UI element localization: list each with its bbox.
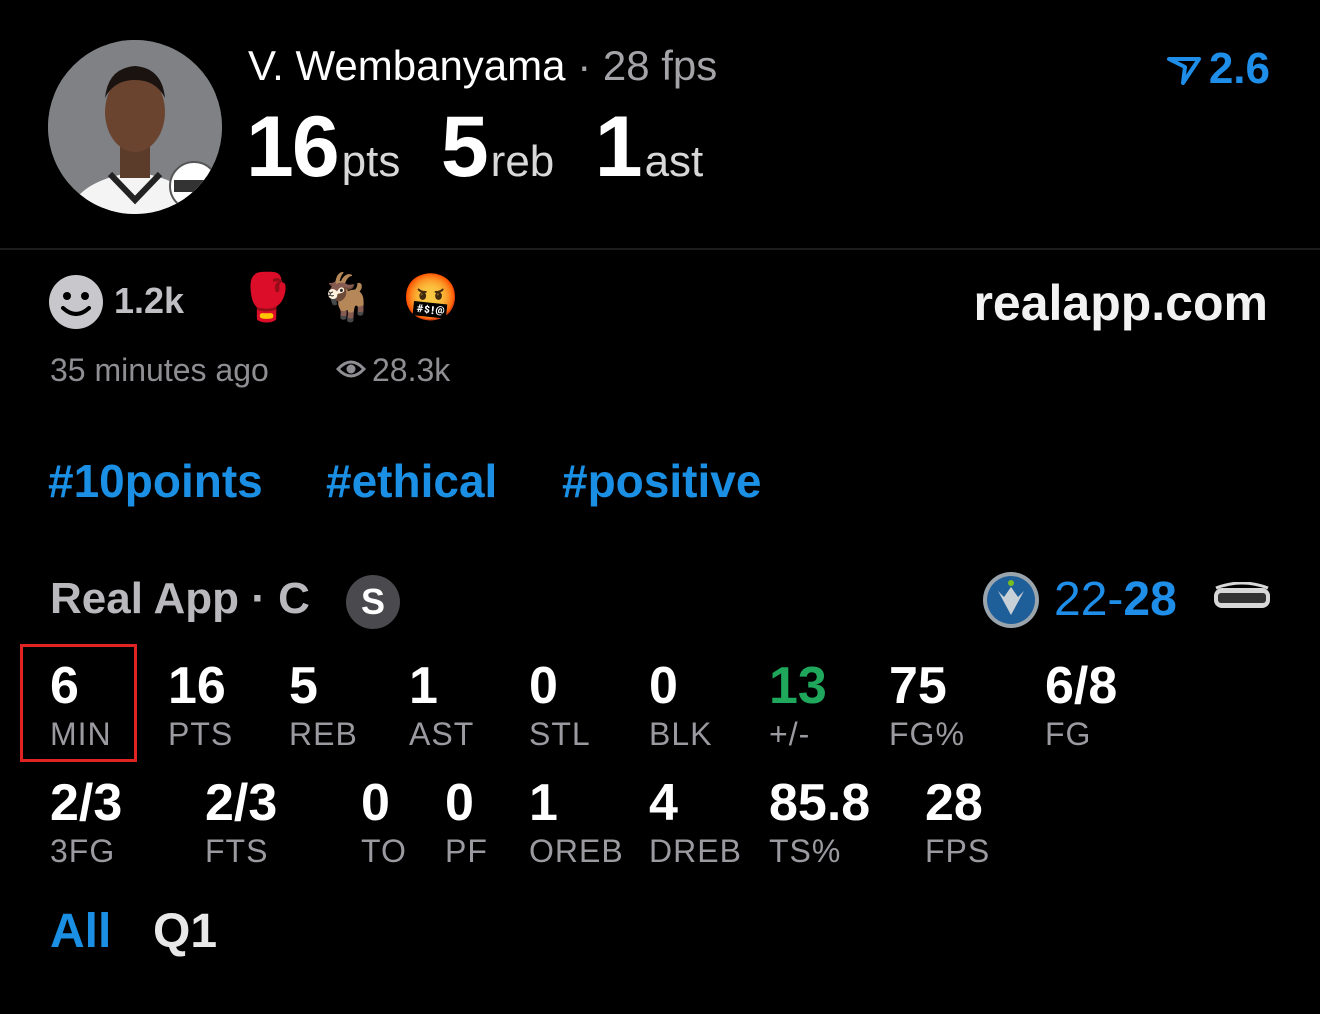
stat-label: DREB: [649, 833, 742, 869]
stat-label: PF: [445, 833, 488, 869]
hashtag-ethical[interactable]: #ethical: [326, 454, 497, 508]
player-name[interactable]: V. Wembanyama: [248, 42, 566, 89]
stat-fg-pct: 75 FG%: [889, 656, 965, 752]
stat-value: 0: [529, 657, 558, 715]
stat-fps: 28 FPS: [925, 773, 990, 869]
stat-value: 4: [649, 774, 678, 832]
stat-value: 0: [445, 774, 474, 832]
stat-label: PTS: [168, 716, 234, 752]
tab-q1[interactable]: Q1: [153, 904, 217, 959]
assists-value: 1: [594, 99, 643, 195]
score-separator: -: [1107, 573, 1124, 626]
divider: [0, 248, 1320, 250]
stat-stl: 0 STL: [529, 656, 591, 752]
cursing-face-reaction[interactable]: 🤬: [402, 270, 459, 325]
stat-label: FPS: [925, 833, 991, 869]
stat-label: FG: [1045, 716, 1092, 752]
score-spurs: 28: [1123, 573, 1177, 626]
fps-text: 28 fps: [602, 42, 718, 89]
stat-reb: 5 REB: [289, 656, 358, 752]
stat-value: 2/3: [205, 774, 278, 832]
reaction-count[interactable]: 1.2k: [114, 280, 184, 322]
tab-all[interactable]: All: [50, 904, 111, 959]
rebounds-value: 5: [440, 99, 489, 195]
stat-label: TO: [361, 833, 407, 869]
stat-value: 1: [529, 774, 558, 832]
stat-fg: 6/8 FG: [1045, 656, 1117, 752]
stat-to: 0 TO: [361, 773, 407, 869]
rating-arrow-icon: [1166, 57, 1201, 85]
stat-value: 13: [769, 657, 827, 715]
stat-plus-minus: 13 +/-: [769, 656, 827, 752]
stat-dreb: 4 DREB: [649, 773, 742, 869]
stat-value: 1: [409, 657, 438, 715]
points-value: 16: [246, 99, 340, 195]
goat-reaction[interactable]: 🐐: [318, 270, 375, 325]
spurs-logo-icon[interactable]: [1212, 581, 1272, 619]
timberwolves-logo-icon[interactable]: [982, 571, 1040, 634]
stat-label: AST: [409, 716, 475, 752]
stat-label: BLK: [649, 716, 713, 752]
stat-oreb: 1 OREB: [529, 773, 624, 869]
stat-value: 6/8: [1045, 657, 1118, 715]
stat-value: 5: [289, 657, 318, 715]
stat-blk: 0 BLK: [649, 656, 712, 752]
stat-label: +/-: [769, 716, 811, 752]
assists-unit: ast: [644, 137, 704, 186]
stat-3fg: 2/3 3FG: [50, 773, 122, 869]
stat-value: 75: [889, 657, 947, 715]
stat-value: 0: [649, 657, 678, 715]
stat-ts-pct: 85.8 TS%: [769, 773, 870, 869]
rating-button[interactable]: 2.6: [1166, 44, 1270, 94]
stat-label: OREB: [529, 833, 624, 869]
min-stat-highlight: [20, 644, 137, 762]
player-avatar[interactable]: [48, 40, 222, 214]
stat-pts: 16 PTS: [168, 656, 233, 752]
site-link[interactable]: realapp.com: [973, 274, 1268, 332]
eye-icon: [335, 357, 367, 386]
stat-label: STL: [529, 716, 591, 752]
stat-label: FG%: [889, 716, 965, 752]
stat-value: 0: [361, 774, 390, 832]
stat-pf: 0 PF: [445, 773, 488, 869]
separator-dot: ·: [577, 42, 592, 89]
stat-label: TS%: [769, 833, 842, 869]
hashtag-10points[interactable]: #10points: [48, 454, 263, 508]
stat-value: 2/3: [50, 774, 123, 832]
game-score[interactable]: 22-28: [1054, 572, 1177, 627]
team-position-label: Real App · C: [50, 574, 310, 623]
headline-stats: 16pts 5reb 1ast: [246, 98, 739, 197]
points-unit: pts: [341, 137, 401, 186]
score-opponent: 22: [1054, 573, 1108, 626]
smile-reaction-icon[interactable]: [48, 274, 104, 335]
stat-label: REB: [289, 716, 358, 752]
stat-value: 85.8: [769, 774, 871, 832]
post-time: 35 minutes ago: [50, 352, 269, 388]
starter-badge: S: [346, 575, 400, 629]
hashtag-positive[interactable]: #positive: [562, 454, 761, 508]
stat-label: FTS: [205, 833, 269, 869]
rating-value: 2.6: [1208, 44, 1270, 93]
stat-value: 16: [168, 657, 226, 715]
view-count: 28.3k: [372, 352, 451, 388]
player-name-line[interactable]: V. Wembanyama · 28 fps: [248, 42, 717, 90]
stat-ast: 1 AST: [409, 656, 474, 752]
stat-label: 3FG: [50, 833, 116, 869]
stat-fts: 2/3 FTS: [205, 773, 277, 869]
player-photo: [48, 40, 222, 214]
stat-value: 28: [925, 774, 983, 832]
boxing-glove-reaction[interactable]: 🥊: [238, 270, 295, 325]
rebounds-unit: reb: [490, 137, 555, 186]
